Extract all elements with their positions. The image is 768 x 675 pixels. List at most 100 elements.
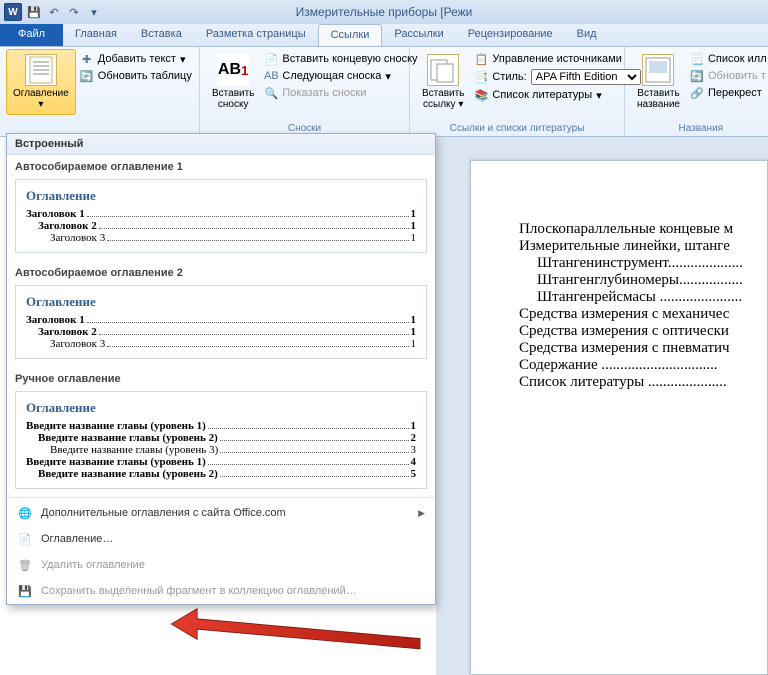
group-captions: Вставить название 📃 Список илл 🔄 Обновить … (625, 47, 768, 136)
insert-citation-label: Вставить ссылку (422, 88, 464, 110)
ribbon-tabs: Файл Главная Вставка Разметка страницы С… (0, 24, 768, 47)
toc-button-label: Оглавление (13, 88, 69, 99)
preview-title: Оглавление (26, 294, 416, 310)
toc-preview-auto1[interactable]: Оглавление Заголовок 11 Заголовок 21 Заг… (15, 179, 427, 253)
save-icon[interactable]: 💾 (26, 4, 42, 20)
manage-sources-label: Управление источниками (492, 53, 621, 65)
group-toc: Оглавление▾ ✚Добавить текст ▾ 🔄 Обновить … (0, 47, 200, 136)
dd-more-label: Дополнительные оглавления с сайта Office… (41, 507, 286, 519)
add-text-label: Добавить текст (98, 53, 176, 65)
caption-icon (642, 54, 674, 86)
tab-insert[interactable]: Вставка (129, 24, 194, 46)
endnote-label: Вставить концевую сноску (282, 53, 417, 65)
refresh-icon: 🔄 (80, 69, 94, 83)
tab-mailings[interactable]: Рассылки (382, 24, 455, 46)
next-footnote-icon: AB (264, 69, 278, 83)
toc-preview-manual[interactable]: Оглавление Введите название главы (урове… (15, 391, 427, 489)
document-page[interactable]: Плоскопараллельные концевые м Измеритель… (470, 160, 768, 675)
doc-line-9: Содержание .............................… (519, 357, 718, 373)
preview-title: Оглавление (26, 400, 416, 416)
insert-caption-label: Вставить название (637, 88, 680, 110)
update-captions-button[interactable]: 🔄 Обновить т (686, 68, 768, 84)
doc-line-1: Плоскопараллельные концевые м (519, 221, 733, 237)
list-illus-label: Список илл (708, 53, 767, 65)
style-icon: 📑 (474, 70, 488, 84)
chevron-right-icon: ▶ (418, 508, 425, 519)
doc-line-7: Средства измерения с оптически (519, 323, 729, 339)
group-footnotes: AB1 Вставить сноску 📄Вставить концевую с… (200, 47, 410, 136)
tab-file[interactable]: Файл (0, 24, 63, 46)
dd-save-label: Сохранить выделенный фрагмент в коллекци… (41, 585, 357, 597)
citation-style-select[interactable]: 📑Стиль: APA Fifth Edition (470, 68, 644, 86)
toc-icon (25, 54, 57, 86)
group-citations-label: Ссылки и списки литературы (410, 122, 624, 135)
dd-save-selection: 💾 Сохранить выделенный фрагмент в коллек… (7, 578, 435, 604)
doc-line-5: Штангенрейсмасы ...................... (537, 289, 742, 305)
tab-review[interactable]: Рецензирование (456, 24, 565, 46)
add-text-button[interactable]: ✚Добавить текст ▾ (76, 51, 196, 67)
refresh-icon: 🔄 (690, 69, 704, 83)
crossref-icon: 🔗 (690, 86, 704, 100)
update-toc-label: Обновить таблицу (98, 70, 192, 82)
tab-layout[interactable]: Разметка страницы (194, 24, 318, 46)
toc-dropdown: Встроенный Автособираемое оглавление 1 О… (6, 133, 436, 605)
doc-line-2: Измерительные линейки, штанге (519, 238, 730, 254)
list-illus-button[interactable]: 📃 Список илл (686, 51, 768, 67)
toc-preview-auto2[interactable]: Оглавление Заголовок 11 Заголовок 21 Заг… (15, 285, 427, 359)
next-footnote-label: Следующая сноска (282, 70, 381, 82)
toc-small-icon: 📄 (17, 531, 33, 547)
remove-icon: 🗑 (17, 557, 33, 573)
doc-line-6: Средства измерения с механичес (519, 306, 729, 322)
insert-footnote-button[interactable]: AB1 Вставить сноску (206, 49, 260, 115)
insert-footnote-label: Вставить сноску (212, 88, 254, 110)
style-label: Стиль: (492, 71, 526, 83)
biblio-label: Список литературы (492, 89, 592, 101)
dd-more-office[interactable]: 🌐 Дополнительные оглавления с сайта Offi… (7, 500, 435, 526)
tab-home[interactable]: Главная (63, 24, 129, 46)
group-citations: Вставить ссылку ▾ 📋 Управление источникам… (410, 47, 625, 136)
office-icon: 🌐 (17, 505, 33, 521)
redo-icon[interactable]: ↷ (66, 4, 82, 20)
insert-caption-button[interactable]: Вставить название (631, 49, 686, 115)
endnote-icon: 📄 (264, 52, 278, 66)
dd-auto1-label: Автособираемое оглавление 1 (7, 155, 435, 175)
insert-citation-button[interactable]: Вставить ссылку ▾ (416, 49, 470, 115)
manage-icon: 📋 (474, 52, 488, 66)
show-footnotes-icon: 🔍 (264, 86, 278, 100)
tab-references[interactable]: Ссылки (318, 24, 383, 46)
update-toc-button[interactable]: 🔄 Обновить таблицу (76, 68, 196, 84)
annotation-arrow (150, 600, 450, 660)
doc-line-4: Штангенглубиномеры................. (537, 272, 743, 288)
dd-remove-toc: 🗑 Удалить оглавление (7, 552, 435, 578)
doc-line-10: Список литературы ..................... (519, 374, 727, 390)
save-selection-icon: 💾 (17, 583, 33, 599)
titlebar: W 💾 ↶ ↷ ▾ Измерительные приборы [Режи (0, 0, 768, 24)
word-icon: W (4, 3, 22, 21)
next-footnote-button[interactable]: ABСледующая сноска ▾ (260, 68, 421, 84)
undo-icon[interactable]: ↶ (46, 4, 62, 20)
show-footnotes-label: Показать сноски (282, 87, 366, 99)
dd-custom-label: Оглавление… (41, 533, 113, 545)
dd-custom-toc[interactable]: 📄 Оглавление… (7, 526, 435, 552)
tab-view[interactable]: Вид (565, 24, 609, 46)
dd-manual-label: Ручное оглавление (7, 367, 435, 387)
doc-line-3: Штангенинструмент.................... (537, 255, 743, 271)
doc-line-8: Средства измерения с пневматич (519, 340, 730, 356)
footnote-icon: AB1 (217, 54, 249, 86)
toc-button[interactable]: Оглавление▾ (6, 49, 76, 115)
group-captions-label: Названия (625, 122, 768, 135)
update-captions-label: Обновить т (708, 70, 766, 82)
insert-endnote-button[interactable]: 📄 Вставить концевую сноску (260, 51, 421, 67)
qat-dropdown-icon[interactable]: ▾ (86, 4, 102, 20)
list-icon: 📃 (690, 52, 704, 66)
preview-title: Оглавление (26, 188, 416, 204)
citation-icon (427, 54, 459, 86)
crossref-button[interactable]: 🔗 Перекрест (686, 85, 768, 101)
show-footnotes-button[interactable]: 🔍 Показать сноски (260, 85, 421, 101)
crossref-label: Перекрест (708, 87, 762, 99)
ribbon: Оглавление▾ ✚Добавить текст ▾ 🔄 Обновить … (0, 47, 768, 137)
document-title: Измерительные приборы [Режи (296, 5, 473, 19)
biblio-icon: 📚 (474, 88, 488, 102)
bibliography-button[interactable]: 📚Список литературы ▾ (470, 87, 644, 103)
manage-sources-button[interactable]: 📋 Управление источниками (470, 51, 644, 67)
